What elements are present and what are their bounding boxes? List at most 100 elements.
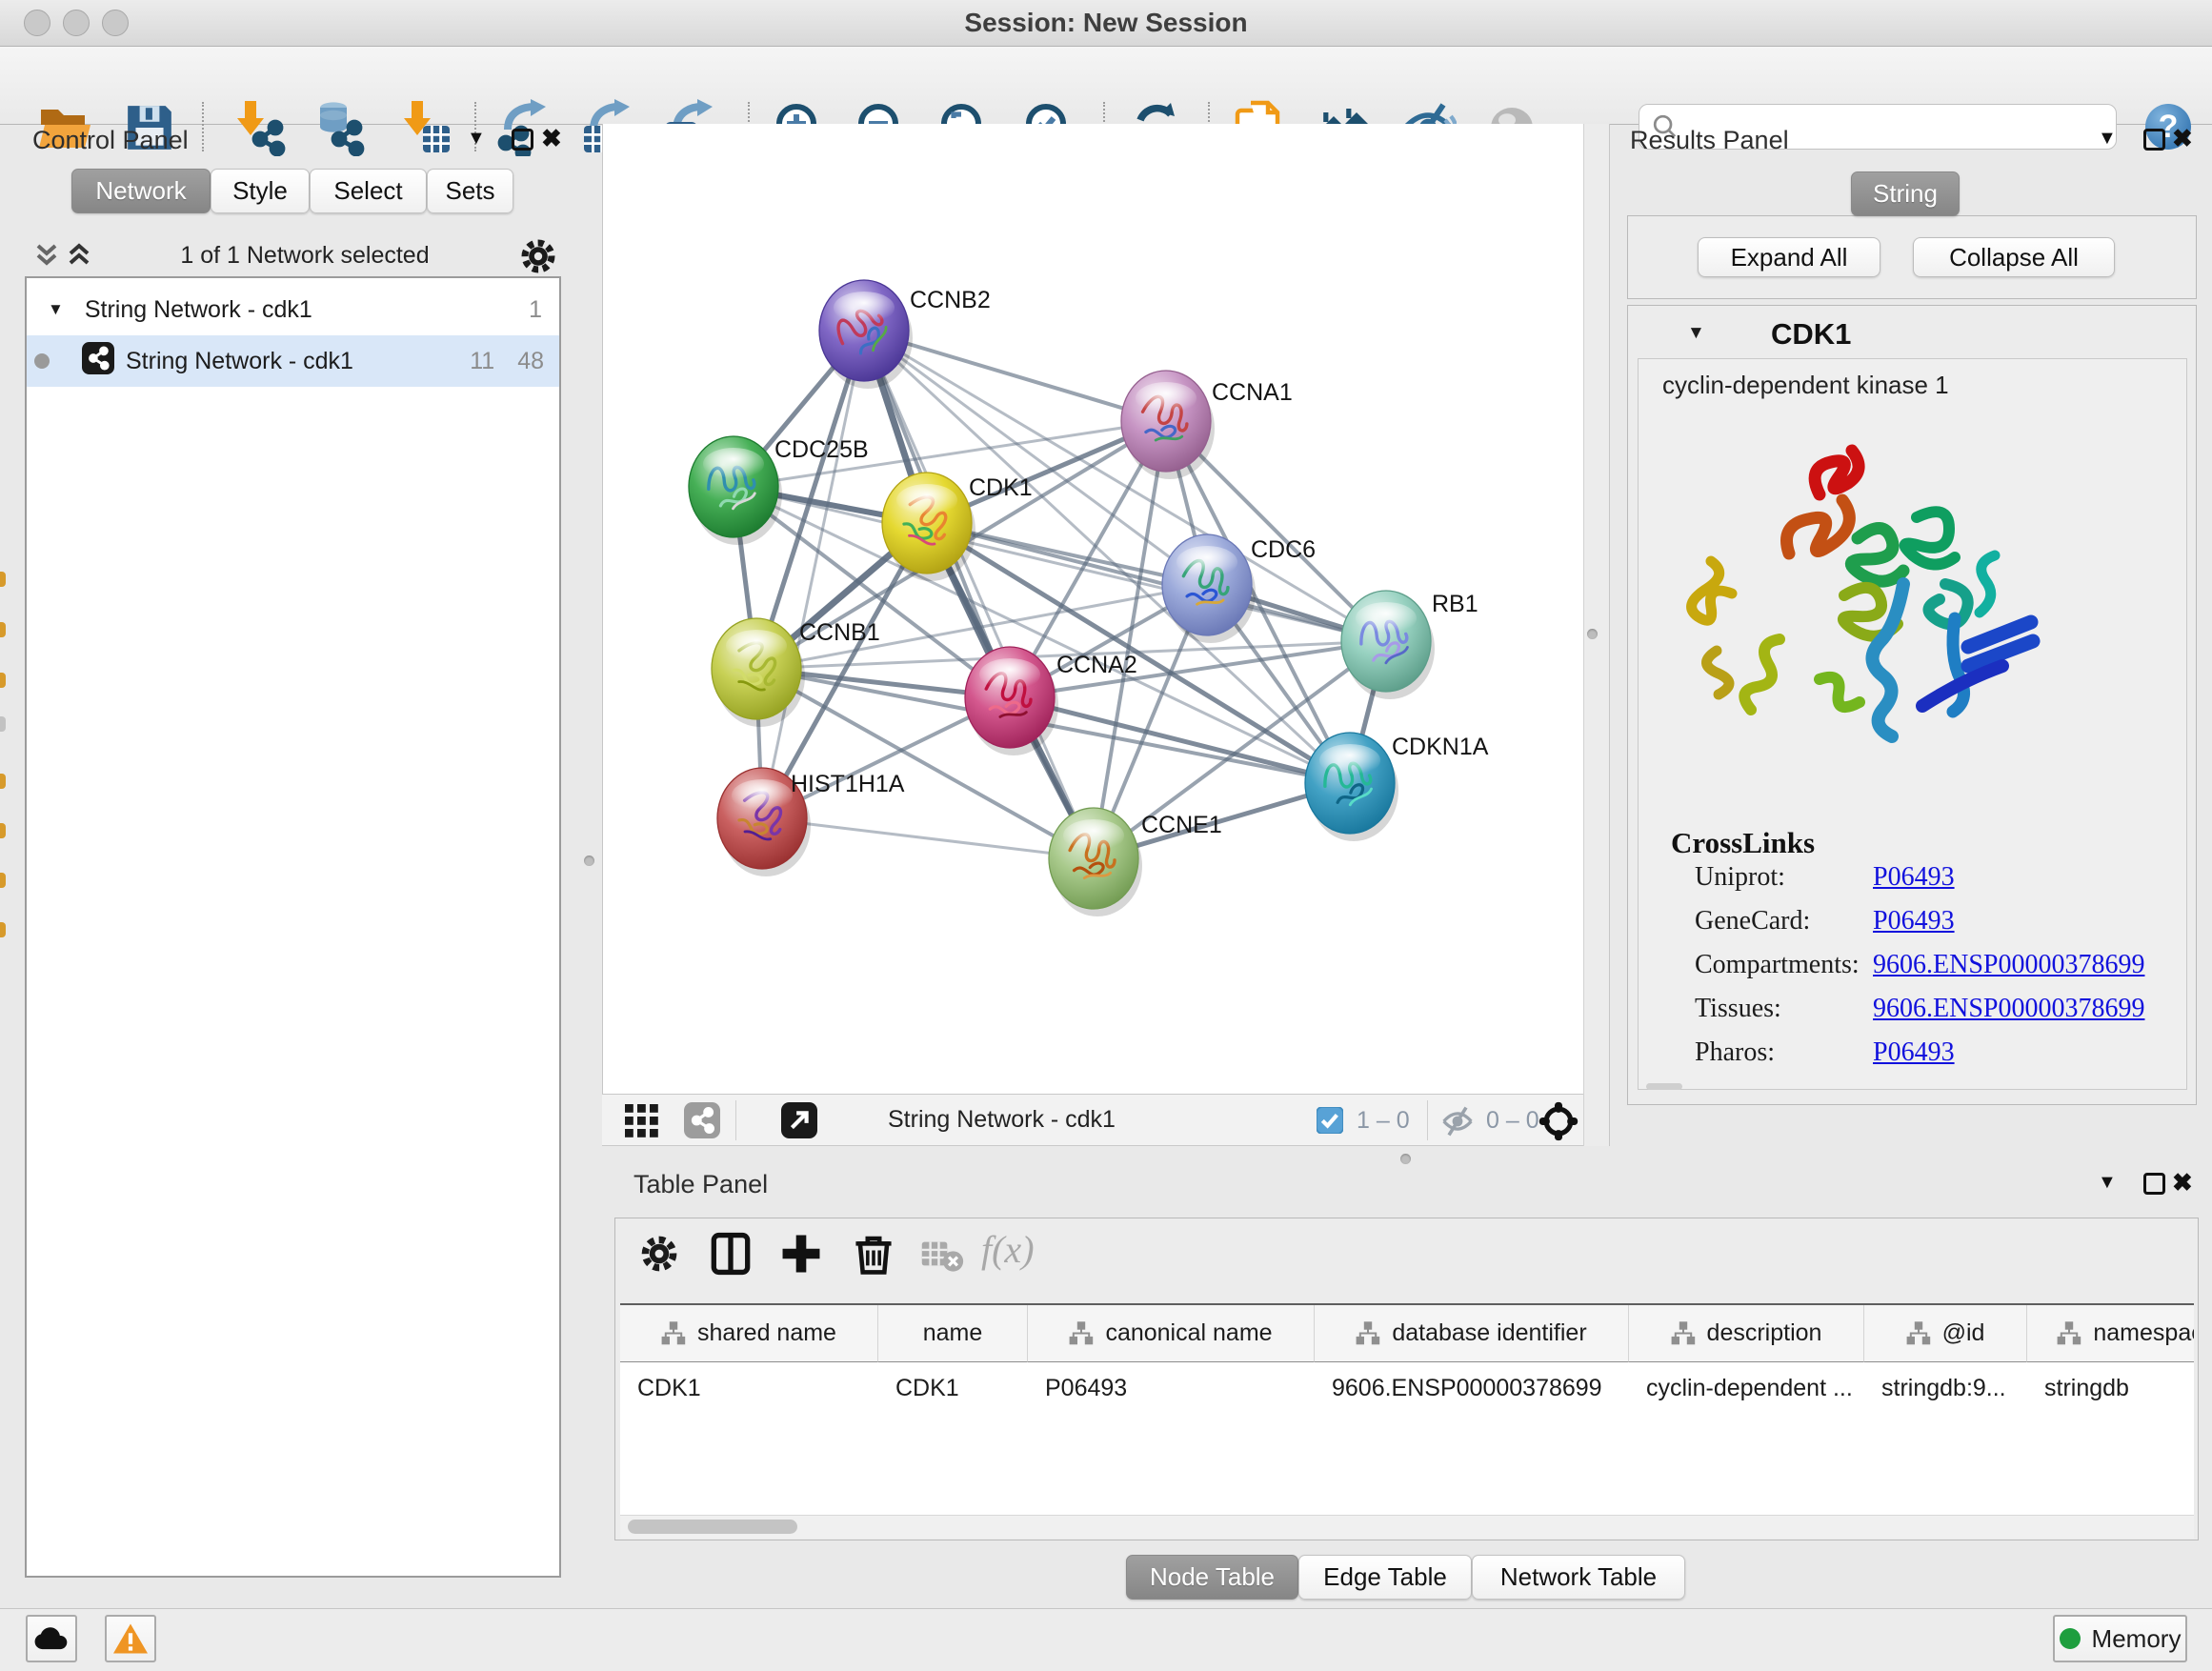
cell-shared-name[interactable]: CDK1 <box>620 1362 878 1415</box>
panel-float-icon[interactable] <box>2143 1173 2165 1195</box>
panel-float-icon[interactable] <box>2143 129 2165 151</box>
collection-label: String Network - cdk1 <box>85 296 312 324</box>
expand-all-networks-icon[interactable] <box>65 240 93 275</box>
svg-text:HIST1H1A: HIST1H1A <box>791 771 905 797</box>
expand-all-button[interactable]: Expand All <box>1698 237 1880 277</box>
column-header[interactable]: database identifier <box>1315 1305 1629 1362</box>
svg-text:CDKN1A: CDKN1A <box>1392 734 1489 760</box>
svg-text:CDC6: CDC6 <box>1251 536 1316 563</box>
gene-section-box: ▼ CDK1 cyclin-dependent kinase 1 <box>1627 305 2197 1105</box>
tab-network[interactable]: Network <box>71 169 211 213</box>
show-columns-icon[interactable] <box>704 1227 757 1280</box>
splitter-handle[interactable] <box>1587 629 1598 639</box>
column-header[interactable]: @id <box>1864 1305 2027 1362</box>
column-header[interactable]: name <box>878 1305 1028 1362</box>
svg-text:CCNA2: CCNA2 <box>1056 652 1137 678</box>
cell-name[interactable]: CDK1 <box>878 1362 1028 1415</box>
network-row[interactable]: String Network - cdk1 11 48 <box>27 335 559 387</box>
collapse-all-networks-icon[interactable] <box>32 240 61 275</box>
grid-view-icon[interactable] <box>625 1104 659 1143</box>
network-tree: ▼ String Network - cdk1 1 String Network… <box>25 276 561 1578</box>
results-hscroll-thumb[interactable] <box>1646 1083 1682 1090</box>
column-header[interactable]: description <box>1629 1305 1864 1362</box>
cell-canonical-name[interactable]: P06493 <box>1028 1362 1315 1415</box>
column-header[interactable]: namespace <box>2027 1305 2194 1362</box>
node-count: 11 <box>470 348 494 375</box>
svg-text:CDK1: CDK1 <box>969 474 1033 501</box>
table-hscrollbar[interactable] <box>620 1515 2194 1539</box>
node-table: shared namenamecanonical namedatabase id… <box>620 1303 2194 1517</box>
panel-close-icon[interactable]: ✖ <box>2172 1168 2193 1198</box>
cell-namespace[interactable]: stringdb <box>2027 1362 2194 1415</box>
splitter-handle[interactable] <box>584 856 594 866</box>
column-header[interactable]: shared name <box>620 1305 878 1362</box>
crosslink-uniprot-link[interactable]: P06493 <box>1873 862 1955 893</box>
selected-node-edge-counts: 1 – 0 <box>1357 1107 1410 1135</box>
function-builder-icon-disabled: f(x) <box>981 1227 1035 1272</box>
table-options-gear-icon[interactable] <box>633 1227 686 1280</box>
cell-id[interactable]: stringdb:9... <box>1864 1362 2027 1415</box>
panel-close-icon[interactable]: ✖ <box>541 124 562 153</box>
svg-text:RB1: RB1 <box>1432 591 1478 617</box>
cloud-status-button[interactable] <box>26 1615 77 1662</box>
network-view: CCNB2CCNA1CDC25BCDK1CDC6RB1CCNB1CCNA2CDK… <box>602 124 1584 1094</box>
panel-float-icon[interactable] <box>512 129 533 151</box>
import-network-database-button[interactable] <box>309 99 366 156</box>
tab-edge-table[interactable]: Edge Table <box>1298 1555 1472 1600</box>
panel-menu-icon[interactable]: ▼ <box>467 128 486 150</box>
memory-button[interactable]: Memory <box>2053 1615 2187 1662</box>
crosslink-label: Pharos: <box>1695 1037 1775 1068</box>
memory-label: Memory <box>2092 1624 2182 1654</box>
shared-column-icon <box>661 1321 686 1345</box>
network-view-toolbar: String Network - cdk1 1 – 0 0 – 0 <box>602 1094 1583 1146</box>
delete-table-icon-disabled <box>915 1227 969 1280</box>
shared-column-icon <box>1906 1321 1931 1345</box>
panel-menu-icon[interactable]: ▼ <box>2098 128 2117 150</box>
birds-eye-view-icon[interactable] <box>1538 1100 1579 1147</box>
table-row[interactable]: CDK1CDK1P064939606.ENSP00000378699cyclin… <box>620 1362 2194 1415</box>
gene-collapse-icon[interactable]: ▼ <box>1687 323 1705 344</box>
cytoscape-window: Session: New Session <box>0 0 2212 1671</box>
collection-expand-icon[interactable]: ▼ <box>48 300 64 319</box>
gene-name: CDK1 <box>1771 317 1851 352</box>
warnings-button[interactable] <box>105 1615 156 1662</box>
gene-description: cyclin-dependent kinase 1 <box>1662 371 1949 400</box>
tab-network-table[interactable]: Network Table <box>1472 1555 1685 1600</box>
network-canvas[interactable]: CCNB2CCNA1CDC25BCDK1CDC6RB1CCNB1CCNA2CDK… <box>603 124 1584 1094</box>
crosslink-tissues-link[interactable]: 9606.ENSP00000378699 <box>1873 994 2144 1024</box>
protein-structure-image <box>1677 413 2048 771</box>
crosslink-pharos-link[interactable]: P06493 <box>1873 1037 1955 1068</box>
import-table-file-button[interactable] <box>396 99 453 156</box>
title-bar: Session: New Session <box>0 0 2212 47</box>
hscrollbar-thumb[interactable] <box>628 1520 797 1534</box>
network-selection-status: 1 of 1 Network selected <box>124 242 486 270</box>
edge-count: 48 <box>517 348 544 375</box>
column-header[interactable]: canonical name <box>1028 1305 1315 1362</box>
network-collection-row[interactable]: ▼ String Network - cdk1 1 <box>27 284 559 335</box>
tab-string[interactable]: String <box>1851 171 1960 216</box>
network-options-gear-icon[interactable] <box>518 236 558 281</box>
collapse-all-button[interactable]: Collapse All <box>1913 237 2115 277</box>
panel-close-icon[interactable]: ✖ <box>2172 124 2193 153</box>
detach-view-icon[interactable] <box>781 1102 817 1143</box>
tab-style[interactable]: Style <box>211 169 310 213</box>
cell-description[interactable]: cyclin-dependent ... <box>1629 1362 1864 1415</box>
crosslink-genecard-link[interactable]: P06493 <box>1873 906 1955 936</box>
crosslink-compartments-link[interactable]: 9606.ENSP00000378699 <box>1873 950 2144 980</box>
selected-checkbox-icon[interactable] <box>1317 1107 1343 1138</box>
import-network-file-button[interactable] <box>230 99 287 156</box>
tab-sets[interactable]: Sets <box>427 169 513 213</box>
cell-database-identifier[interactable]: 9606.ENSP00000378699 <box>1315 1362 1629 1415</box>
dock-icon-sliver <box>0 774 6 789</box>
hidden-node-edge-counts: 0 – 0 <box>1486 1107 1539 1135</box>
add-column-icon[interactable] <box>774 1227 828 1280</box>
panel-menu-icon[interactable]: ▼ <box>2098 1172 2117 1194</box>
tab-select[interactable]: Select <box>310 169 427 213</box>
splitter-handle[interactable] <box>1400 1154 1411 1164</box>
tab-node-table[interactable]: Node Table <box>1126 1555 1298 1600</box>
delete-column-icon[interactable] <box>847 1227 900 1280</box>
collection-count: 1 <box>529 296 542 324</box>
table-header-row: shared namenamecanonical namedatabase id… <box>620 1305 2194 1362</box>
gene-details-box: cyclin-dependent kinase 1 <box>1638 358 2187 1090</box>
network-thumbnail-icon[interactable] <box>684 1102 720 1143</box>
